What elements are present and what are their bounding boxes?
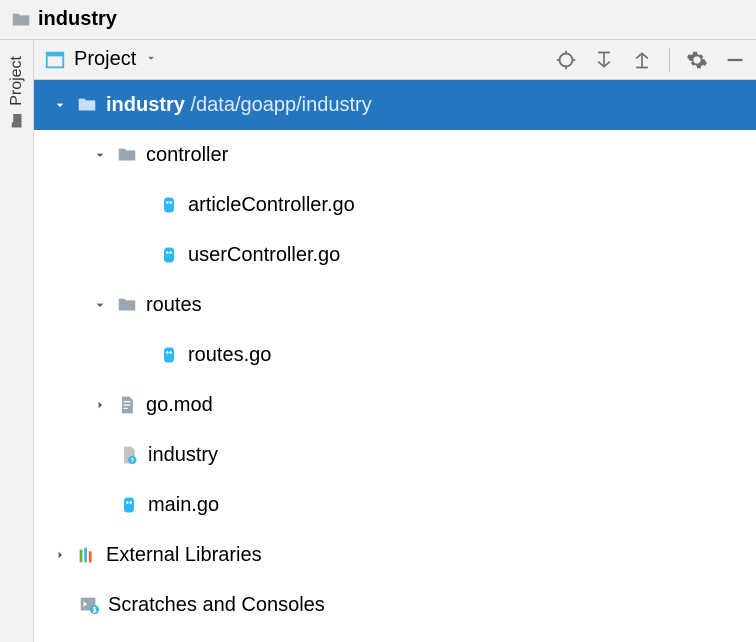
tree-label: go.mod (146, 394, 213, 417)
svg-text:?: ? (130, 458, 134, 465)
folder-icon (8, 112, 26, 130)
chevron-down-icon[interactable] (52, 97, 68, 113)
chevron-down-icon[interactable] (92, 147, 108, 163)
tree-row-maingo[interactable]: main.go (34, 480, 756, 530)
go-file-icon (158, 344, 180, 366)
chevron-right-icon[interactable] (52, 547, 68, 563)
tree-label: userController.go (188, 244, 340, 267)
tree-row-file[interactable]: routes.go (34, 330, 756, 380)
collapse-all-icon[interactable] (631, 49, 653, 71)
folder-icon (10, 9, 32, 31)
tree-label: routes.go (188, 344, 271, 367)
go-file-icon (158, 244, 180, 266)
folder-icon (116, 294, 138, 316)
tree-label: industry (148, 444, 218, 467)
tree-label: controller (146, 144, 228, 167)
tab-project-label: Project (8, 56, 26, 106)
tree-row-scratches[interactable]: Scratches and Consoles (34, 580, 756, 630)
tree-row-routes[interactable]: routes (34, 280, 756, 330)
chevron-down-icon[interactable] (92, 297, 108, 313)
tree-row-root[interactable]: industry /data/goapp/industry (34, 80, 756, 130)
tree-label: industry /data/goapp/industry (106, 94, 372, 117)
folder-icon (76, 94, 98, 116)
breadcrumb: industry (0, 0, 756, 40)
expand-all-icon[interactable] (593, 49, 615, 71)
breadcrumb-project-name[interactable]: industry (38, 8, 117, 31)
tree-label: main.go (148, 494, 219, 517)
chevron-right-icon[interactable] (92, 397, 108, 413)
tree-row-file[interactable]: articleController.go (34, 180, 756, 230)
left-toolwindow-strip: Project (0, 40, 34, 642)
tree-row-file[interactable]: userController.go (34, 230, 756, 280)
project-panel-header: Project (34, 40, 756, 80)
panel-title[interactable]: Project (74, 48, 136, 71)
project-tool-window: Project (34, 40, 756, 642)
gear-icon[interactable] (686, 49, 708, 71)
tree-row-external-libs[interactable]: External Libraries (34, 530, 756, 580)
separator (669, 48, 670, 72)
folder-icon (116, 144, 138, 166)
project-tree: industry /data/goapp/industry controller (34, 80, 756, 642)
tree-label: External Libraries (106, 544, 262, 567)
go-file-icon (158, 194, 180, 216)
tree-label: routes (146, 294, 202, 317)
tree-row-gomod[interactable]: go.mod (34, 380, 756, 430)
text-file-icon (116, 394, 138, 416)
tree-row-industry-file[interactable]: ? industry (34, 430, 756, 480)
locate-icon[interactable] (555, 49, 577, 71)
unknown-file-icon: ? (118, 444, 140, 466)
window-icon (44, 49, 66, 71)
chevron-down-icon[interactable] (144, 51, 158, 68)
tree-label: Scratches and Consoles (108, 594, 325, 617)
tree-label: articleController.go (188, 194, 355, 217)
tree-row-controller[interactable]: controller (34, 130, 756, 180)
tab-project[interactable]: Project (4, 46, 30, 140)
scratches-icon (78, 594, 100, 616)
minimize-icon[interactable] (724, 49, 746, 71)
go-file-icon (118, 494, 140, 516)
library-icon (76, 544, 98, 566)
